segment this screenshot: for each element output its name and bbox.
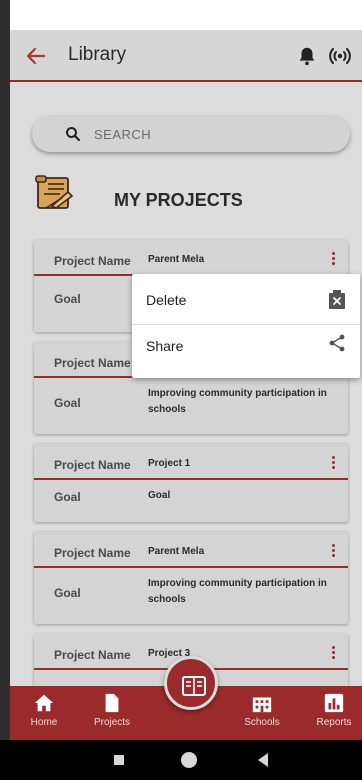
search-bar[interactable]: [32, 116, 350, 152]
nav-label: Projects: [93, 717, 131, 728]
menu-item-label: Delete: [146, 292, 187, 308]
project-name-value: Parent Mela: [148, 546, 205, 557]
project-scroll-icon: [35, 175, 74, 209]
share-icon: [329, 334, 345, 352]
page-title: Library: [68, 44, 127, 65]
more-options-icon[interactable]: [332, 646, 336, 660]
status-bar: [10, 0, 362, 30]
nav-item-schools[interactable]: Schools: [232, 692, 292, 740]
arrow-left-icon[interactable]: [24, 44, 48, 68]
delete-box-icon: [329, 290, 345, 309]
menu-item-label: Share: [146, 338, 184, 354]
app-bar: Library: [10, 30, 362, 82]
library-fab-button[interactable]: [164, 656, 218, 710]
back-triangle-icon[interactable]: [258, 753, 268, 767]
project-name-label: Project Name: [54, 648, 131, 662]
nav-label: Reports: [316, 717, 352, 728]
project-name-label: Project Name: [54, 254, 131, 268]
goal-label: Goal: [54, 292, 81, 306]
project-card[interactable]: Project Name Project 1 Goal Goal: [34, 444, 348, 522]
more-options-icon[interactable]: [332, 252, 336, 266]
menu-divider: [132, 324, 360, 325]
nav-label: Schools: [244, 717, 280, 728]
project-name-label: Project Name: [54, 546, 131, 560]
building-icon: [252, 697, 272, 713]
goal-value: Goal: [148, 490, 171, 501]
signal-icon[interactable]: [328, 44, 352, 68]
project-name-label: Project Name: [54, 458, 131, 472]
recents-icon[interactable]: [114, 755, 124, 765]
screen-edge: [0, 0, 10, 740]
more-options-icon[interactable]: [332, 456, 336, 470]
project-card[interactable]: Project Name Parent Mela Goal Improving …: [34, 532, 348, 624]
goal-label: Goal: [54, 586, 81, 600]
home-circle-icon[interactable]: [181, 752, 197, 768]
project-name-row: Project Name Project 1: [34, 444, 348, 480]
document-icon: [105, 693, 119, 713]
system-navigation-bar: [0, 740, 362, 780]
app-screen: Library MY PROJECTS Project Name Paren: [10, 30, 362, 740]
goal-label: Goal: [54, 490, 81, 504]
menu-item-delete[interactable]: Delete: [132, 278, 360, 324]
project-name-row: Project Name Parent Mela: [34, 532, 348, 568]
goal-value: Improving community participation in sch…: [148, 388, 327, 415]
goal-label: Goal: [54, 396, 81, 410]
search-input[interactable]: [94, 122, 334, 146]
project-name-value: Project 1: [148, 458, 191, 469]
home-icon: [34, 694, 54, 712]
context-menu: Delete Share: [132, 274, 360, 378]
project-name-row: Project Name Parent Mela: [34, 240, 348, 276]
goal-value: Improving community participation in sch…: [148, 578, 327, 605]
library-book-icon: [182, 676, 206, 696]
nav-label: Home: [30, 717, 58, 728]
section-title: MY PROJECTS: [114, 190, 243, 210]
bar-chart-icon: [324, 693, 344, 713]
more-options-icon[interactable]: [332, 544, 336, 558]
search-icon: [66, 127, 81, 142]
nav-item-home[interactable]: Home: [14, 692, 74, 740]
project-name-label: Project Name: [54, 356, 131, 370]
nav-item-reports[interactable]: Reports: [304, 692, 362, 740]
nav-item-projects[interactable]: Projects: [82, 692, 142, 740]
menu-item-share[interactable]: Share: [132, 326, 360, 372]
project-name-value: Parent Mela: [148, 254, 205, 265]
bell-icon[interactable]: [296, 45, 318, 67]
